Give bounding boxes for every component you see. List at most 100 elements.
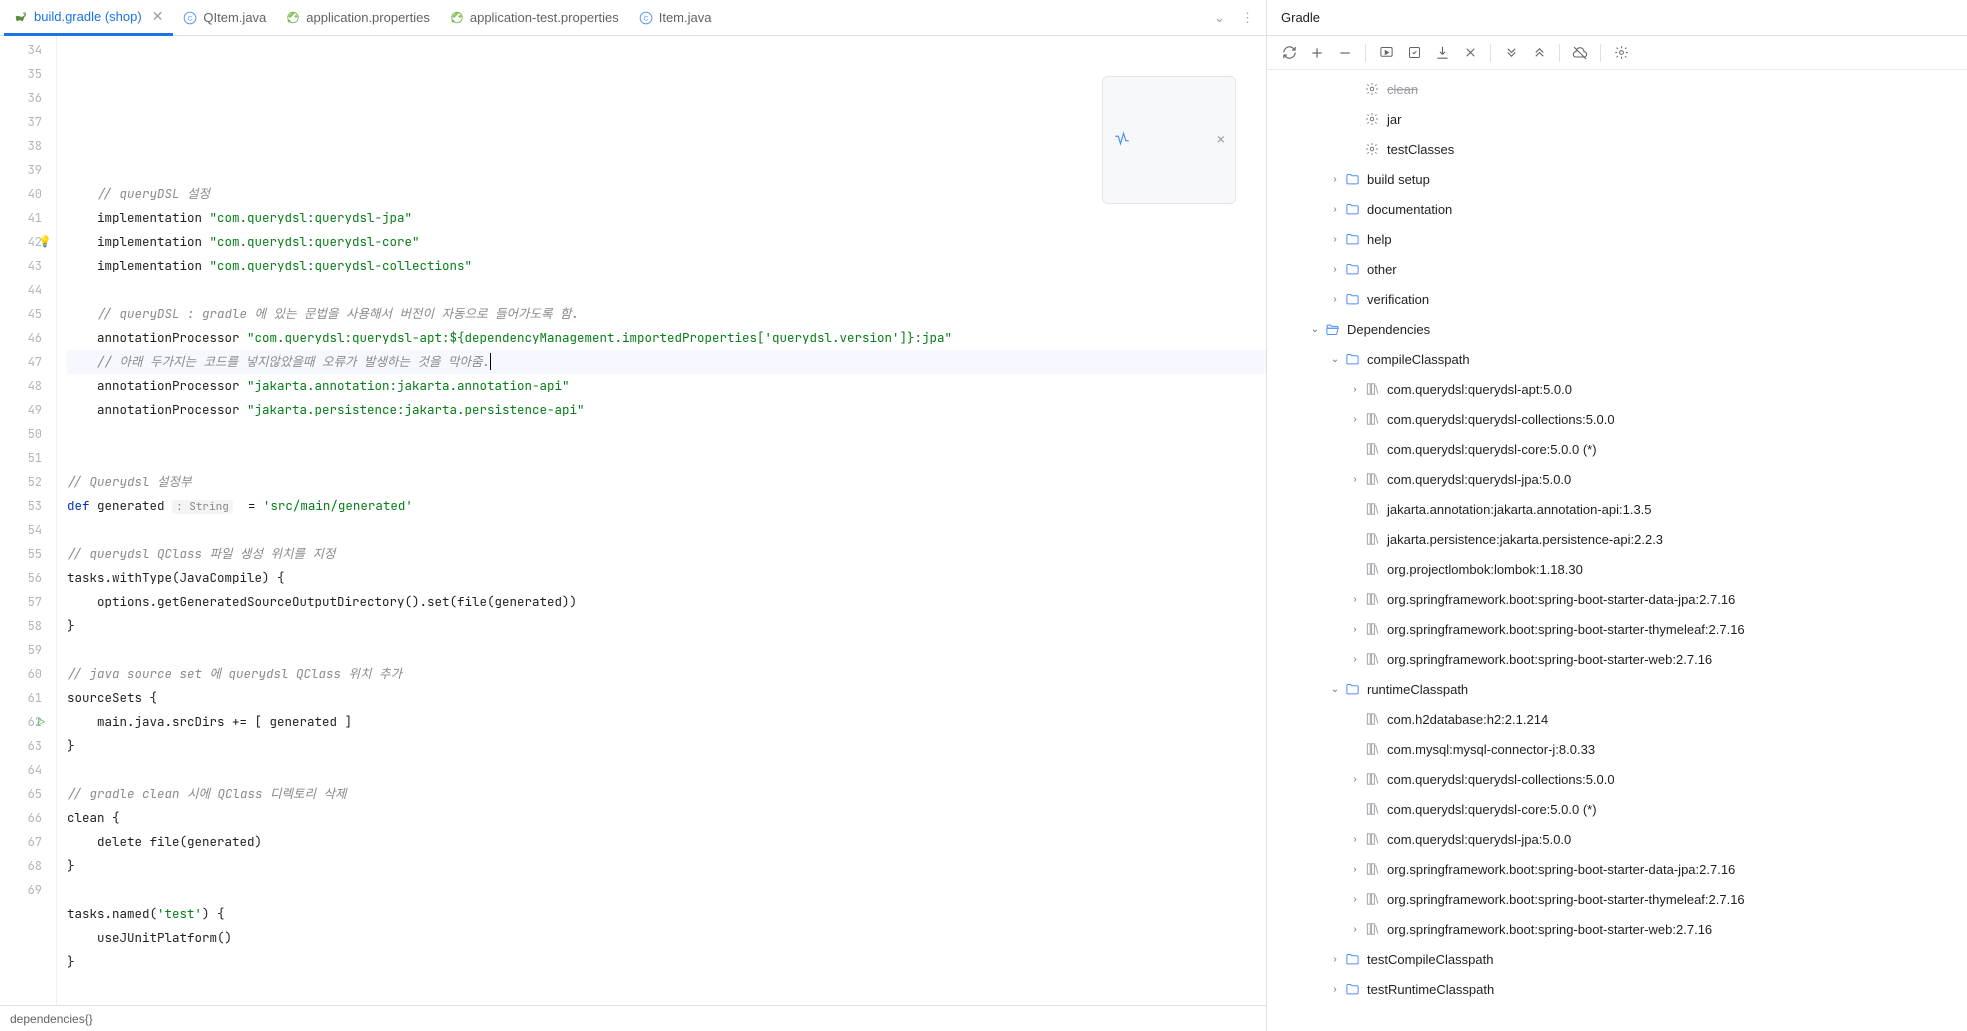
tree-node[interactable]: › documentation bbox=[1267, 194, 1967, 224]
tab-item-java[interactable]: C Item.java bbox=[629, 0, 722, 36]
tree-node[interactable]: ›testRuntimeClasspath bbox=[1267, 974, 1967, 1004]
tree-node[interactable]: ›help bbox=[1267, 224, 1967, 254]
tree-label: com.querydsl:querydsl-core:5.0.0 (*) bbox=[1387, 802, 1597, 817]
tree-node[interactable]: › org.springframework.boot:spring-boot-st… bbox=[1267, 914, 1967, 944]
tab-qitem-java[interactable]: C QItem.java bbox=[173, 0, 276, 36]
code-editor[interactable]: ✕ // queryDSL 설정 implementation "com.que… bbox=[56, 36, 1266, 1005]
tree-node[interactable]: ›com.querydsl:querydsl-collections:5.0.0 bbox=[1267, 764, 1967, 794]
tree-node[interactable]: ›build setup bbox=[1267, 164, 1967, 194]
expand-arrow-icon[interactable]: › bbox=[1347, 834, 1363, 845]
tree-node[interactable]: ›org.springframework.boot:spring-boot-st… bbox=[1267, 644, 1967, 674]
lib-icon bbox=[1363, 650, 1381, 668]
tree-node[interactable]: clean bbox=[1267, 74, 1967, 104]
tree-node[interactable]: testClasses bbox=[1267, 134, 1967, 164]
expand-arrow-icon[interactable]: › bbox=[1327, 264, 1343, 275]
more-icon[interactable]: ⋮ bbox=[1233, 10, 1262, 26]
tree-label: documentation bbox=[1367, 202, 1452, 217]
svg-text:C: C bbox=[188, 15, 193, 22]
expand-arrow-icon[interactable]: › bbox=[1327, 174, 1343, 185]
collapse-icon[interactable] bbox=[1527, 41, 1551, 65]
tree-node[interactable]: ›com.querydsl:querydsl-jpa:5.0.0 bbox=[1267, 464, 1967, 494]
remove-icon[interactable] bbox=[1333, 41, 1357, 65]
expand-arrow-icon[interactable]: › bbox=[1347, 474, 1363, 485]
svg-text:C: C bbox=[643, 15, 648, 22]
settings-icon[interactable] bbox=[1609, 41, 1633, 65]
tab-build-gradle-shop-[interactable]: build.gradle (shop)✕ bbox=[4, 0, 173, 36]
lib-icon bbox=[1363, 860, 1381, 878]
gear-icon bbox=[1363, 80, 1381, 98]
tree-node[interactable]: com.querydsl:querydsl-core:5.0.0 (*) bbox=[1267, 434, 1967, 464]
tree-node[interactable]: jakarta.annotation:jakarta.annotation-ap… bbox=[1267, 494, 1967, 524]
attach-icon[interactable] bbox=[1402, 41, 1426, 65]
tree-node[interactable]: ›com.querydsl:querydsl-apt:5.0.0 bbox=[1267, 374, 1967, 404]
tree-label: jakarta.persistence:jakarta.persistence-… bbox=[1387, 532, 1663, 547]
refresh-icon[interactable] bbox=[1277, 41, 1301, 65]
line-gutter: 3435363738394041424344454647484950515253… bbox=[0, 36, 56, 1005]
tree-node[interactable]: com.mysql:mysql-connector-j:8.0.33 bbox=[1267, 734, 1967, 764]
expand-arrow-icon[interactable]: ⌄ bbox=[1327, 354, 1343, 365]
tree-node[interactable]: › com.querydsl:querydsl-jpa:5.0.0 bbox=[1267, 824, 1967, 854]
expand-arrow-icon[interactable]: ⌄ bbox=[1307, 324, 1323, 335]
add-icon[interactable] bbox=[1305, 41, 1329, 65]
expand-arrow-icon[interactable]: › bbox=[1347, 864, 1363, 875]
reader-mode-box[interactable]: ✕ bbox=[1102, 76, 1236, 204]
run-config-icon[interactable] bbox=[1374, 41, 1398, 65]
folder-icon bbox=[1343, 680, 1361, 698]
tree-node[interactable]: ⌄compileClasspath bbox=[1267, 344, 1967, 374]
expand-arrow-icon[interactable]: › bbox=[1347, 654, 1363, 665]
tree-node[interactable]: ›com.querydsl:querydsl-collections:5.0.0 bbox=[1267, 404, 1967, 434]
tree-label: jakarta.annotation:jakarta.annotation-ap… bbox=[1387, 502, 1652, 517]
tree-node[interactable]: com.h2database:h2:2.1.214 bbox=[1267, 704, 1967, 734]
folder-icon bbox=[1343, 290, 1361, 308]
reader-mode-icon[interactable] bbox=[1113, 83, 1203, 197]
expand-arrow-icon[interactable]: › bbox=[1347, 384, 1363, 395]
tab-label: Item.java bbox=[659, 10, 712, 25]
close-icon[interactable]: ✕ bbox=[152, 8, 164, 25]
expand-arrow-icon[interactable]: › bbox=[1347, 594, 1363, 605]
expand-arrow-icon[interactable]: › bbox=[1347, 894, 1363, 905]
tree-node[interactable]: org.projectlombok:lombok:1.18.30 bbox=[1267, 554, 1967, 584]
tree-node[interactable]: ›org.springframework.boot:spring-boot-st… bbox=[1267, 614, 1967, 644]
tree-node[interactable]: com.querydsl:querydsl-core:5.0.0 (*) bbox=[1267, 794, 1967, 824]
tree-label: org.springframework.boot:spring-boot-sta… bbox=[1387, 892, 1745, 907]
tree-node[interactable]: jar bbox=[1267, 104, 1967, 134]
tree-node[interactable]: jakarta.persistence:jakarta.persistence-… bbox=[1267, 524, 1967, 554]
tree-node[interactable]: › org.springframework.boot:spring-boot-st… bbox=[1267, 884, 1967, 914]
chevron-down-icon[interactable]: ⌄ bbox=[1206, 10, 1233, 26]
folder-open-icon bbox=[1323, 320, 1341, 338]
close-icon[interactable]: ✕ bbox=[1217, 128, 1225, 152]
download-icon[interactable] bbox=[1430, 41, 1454, 65]
gradle-tree[interactable]: cleanjartestClasses›build setup›document… bbox=[1267, 70, 1967, 1031]
tree-label: org.springframework.boot:spring-boot-sta… bbox=[1387, 922, 1712, 937]
tree-label: org.springframework.boot:spring-boot-sta… bbox=[1387, 862, 1735, 877]
tree-label: com.querydsl:querydsl-jpa:5.0.0 bbox=[1387, 832, 1571, 847]
tree-node[interactable]: ›other bbox=[1267, 254, 1967, 284]
expand-arrow-icon[interactable]: › bbox=[1327, 234, 1343, 245]
tree-node[interactable]: › org.springframework.boot:spring-boot-st… bbox=[1267, 854, 1967, 884]
tab-label: QItem.java bbox=[203, 10, 266, 25]
tree-node[interactable]: ⌄Dependencies bbox=[1267, 314, 1967, 344]
expand-arrow-icon[interactable]: › bbox=[1327, 204, 1343, 215]
expand-icon[interactable] bbox=[1499, 41, 1523, 65]
expand-arrow-icon[interactable]: › bbox=[1347, 924, 1363, 935]
breadcrumb[interactable]: dependencies{} bbox=[0, 1005, 1266, 1031]
expand-arrow-icon[interactable]: › bbox=[1327, 984, 1343, 995]
expand-arrow-icon[interactable]: › bbox=[1327, 954, 1343, 965]
offline-icon[interactable] bbox=[1568, 41, 1592, 65]
expand-arrow-icon[interactable]: › bbox=[1347, 624, 1363, 635]
expand-arrow-icon[interactable]: › bbox=[1347, 774, 1363, 785]
tree-node[interactable]: ›org.springframework.boot:spring-boot-st… bbox=[1267, 584, 1967, 614]
stop-icon[interactable] bbox=[1458, 41, 1482, 65]
gradle-toolbar bbox=[1267, 36, 1967, 70]
tree-node[interactable]: ⌄runtimeClasspath bbox=[1267, 674, 1967, 704]
folder-icon bbox=[1343, 200, 1361, 218]
expand-arrow-icon[interactable]: ⌄ bbox=[1327, 684, 1343, 695]
expand-arrow-icon[interactable]: › bbox=[1327, 294, 1343, 305]
tab-application-properties[interactable]: application.properties bbox=[276, 0, 440, 36]
lib-icon bbox=[1363, 380, 1381, 398]
tree-node[interactable]: ›testCompileClasspath bbox=[1267, 944, 1967, 974]
tree-node[interactable]: ›verification bbox=[1267, 284, 1967, 314]
tab-application-test-properties[interactable]: application-test.properties bbox=[440, 0, 629, 36]
expand-arrow-icon[interactable]: › bbox=[1347, 414, 1363, 425]
lib-icon bbox=[1363, 410, 1381, 428]
